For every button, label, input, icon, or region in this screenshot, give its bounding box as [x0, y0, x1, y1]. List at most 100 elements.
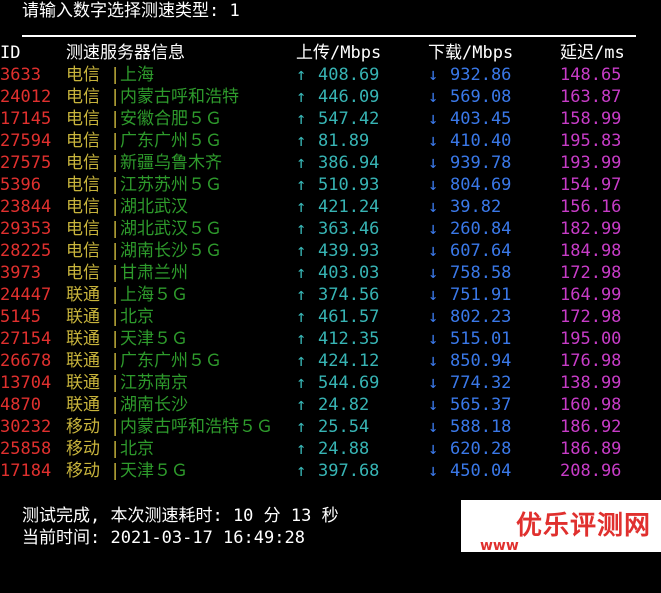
server-location: 北京 [120, 439, 154, 459]
isp-name: 电信 [66, 109, 100, 129]
latency-value: 193.99 [560, 153, 622, 173]
server-location: 湖北武汉５Ｇ [120, 219, 222, 239]
server-location: 天津５Ｇ [120, 461, 188, 481]
download-arrow-icon: ↓ [428, 87, 439, 107]
upload-speed: 374.56 [318, 285, 380, 305]
field-separator: | [110, 131, 121, 151]
server-location: 湖北武汉 [120, 197, 188, 217]
download-arrow-icon: ↓ [428, 241, 439, 261]
upload-arrow-icon: ↑ [296, 461, 307, 481]
server-location: 湖南长沙 [120, 395, 188, 415]
download-speed: 403.45 [450, 109, 512, 129]
upload-speed: 81.89 [318, 131, 370, 151]
isp-name: 电信 [66, 263, 100, 283]
upload-arrow-icon: ↑ [296, 395, 307, 415]
upload-speed: 363.46 [318, 219, 380, 239]
upload-arrow-icon: ↑ [296, 153, 307, 173]
download-arrow-icon: ↓ [428, 153, 439, 173]
latency-value: 138.99 [560, 373, 622, 393]
field-separator: | [110, 65, 121, 85]
download-speed: 620.28 [450, 439, 512, 459]
upload-arrow-icon: ↑ [296, 87, 307, 107]
upload-arrow-icon: ↑ [296, 175, 307, 195]
server-location: 甘肃兰州 [120, 263, 188, 283]
latency-value: 186.92 [560, 417, 622, 437]
download-speed: 751.91 [450, 285, 512, 305]
upload-speed: 439.93 [318, 241, 380, 261]
server-id: 3973 [0, 263, 41, 283]
download-arrow-icon: ↓ [428, 307, 439, 327]
time-line: 当前时间: 2021-03-17 16:49:28 [0, 527, 305, 549]
download-arrow-icon: ↓ [428, 109, 439, 129]
field-separator: | [110, 87, 121, 107]
isp-name: 电信 [66, 153, 100, 173]
server-id: 3633 [0, 65, 41, 85]
isp-name: 联通 [66, 351, 100, 371]
upload-arrow-icon: ↑ [296, 131, 307, 151]
field-separator: | [110, 351, 121, 371]
elapsed-text: 测试完成, 本次测速耗时: 10 分 13 秒 [22, 506, 339, 526]
server-id: 25858 [0, 439, 52, 459]
server-location: 江苏苏州５Ｇ [120, 175, 222, 195]
field-separator: | [110, 197, 121, 217]
header-id: ID [0, 43, 21, 63]
download-arrow-icon: ↓ [428, 461, 439, 481]
latency-value: 172.98 [560, 307, 622, 327]
server-id: 24447 [0, 285, 52, 305]
upload-arrow-icon: ↑ [296, 65, 307, 85]
download-arrow-icon: ↓ [428, 329, 439, 349]
server-id: 17184 [0, 461, 52, 481]
field-separator: | [110, 373, 121, 393]
watermark-url: www [480, 540, 519, 552]
download-arrow-icon: ↓ [428, 439, 439, 459]
upload-speed: 403.03 [318, 263, 380, 283]
server-id: 5145 [0, 307, 41, 327]
upload-speed: 421.24 [318, 197, 380, 217]
download-arrow-icon: ↓ [428, 417, 439, 437]
latency-value: 186.89 [560, 439, 622, 459]
server-location: 天津５Ｇ [120, 329, 188, 349]
field-separator: | [110, 241, 121, 261]
header-server: 测速服务器信息 [66, 43, 185, 63]
upload-arrow-icon: ↑ [296, 439, 307, 459]
download-speed: 804.69 [450, 175, 512, 195]
latency-value: 172.98 [560, 263, 622, 283]
download-speed: 450.04 [450, 461, 512, 481]
server-location: 湖南长沙５Ｇ [120, 241, 222, 261]
latency-value: 195.83 [560, 131, 622, 151]
server-id: 17145 [0, 109, 52, 129]
server-id: 30232 [0, 417, 52, 437]
download-speed: 569.08 [450, 87, 512, 107]
isp-name: 移动 [66, 417, 100, 437]
server-location: 上海 [120, 65, 154, 85]
latency-value: 163.87 [560, 87, 622, 107]
latency-value: 148.65 [560, 65, 622, 85]
server-id: 27575 [0, 153, 52, 173]
server-location: 内蒙古呼和浩特５Ｇ [120, 417, 273, 437]
download-speed: 774.32 [450, 373, 512, 393]
upload-arrow-icon: ↑ [296, 373, 307, 393]
field-separator: | [110, 175, 121, 195]
download-speed: 39.82 [450, 197, 502, 217]
download-speed: 410.40 [450, 131, 512, 151]
upload-speed: 386.94 [318, 153, 380, 173]
download-arrow-icon: ↓ [428, 373, 439, 393]
isp-name: 电信 [66, 175, 100, 195]
field-separator: | [110, 417, 121, 437]
server-id: 4870 [0, 395, 41, 415]
server-location: 江苏南京 [120, 373, 188, 393]
upload-arrow-icon: ↑ [296, 241, 307, 261]
download-speed: 932.86 [450, 65, 512, 85]
upload-speed: 544.69 [318, 373, 380, 393]
server-id: 27154 [0, 329, 52, 349]
table-header: ID 测速服务器信息 上传/Mbps 下载/Mbps 延迟/ms [0, 42, 625, 64]
isp-name: 电信 [66, 65, 100, 85]
latency-value: 208.96 [560, 461, 622, 481]
download-speed: 939.78 [450, 153, 512, 173]
upload-arrow-icon: ↑ [296, 417, 307, 437]
server-id: 27594 [0, 131, 52, 151]
top-divider [22, 35, 636, 37]
server-id: 5396 [0, 175, 41, 195]
terminal-window[interactable]: 请输入数字选择测速类型: 1 ID 测速服务器信息 上传/Mbps 下载/Mbp… [0, 0, 661, 552]
upload-arrow-icon: ↑ [296, 285, 307, 305]
